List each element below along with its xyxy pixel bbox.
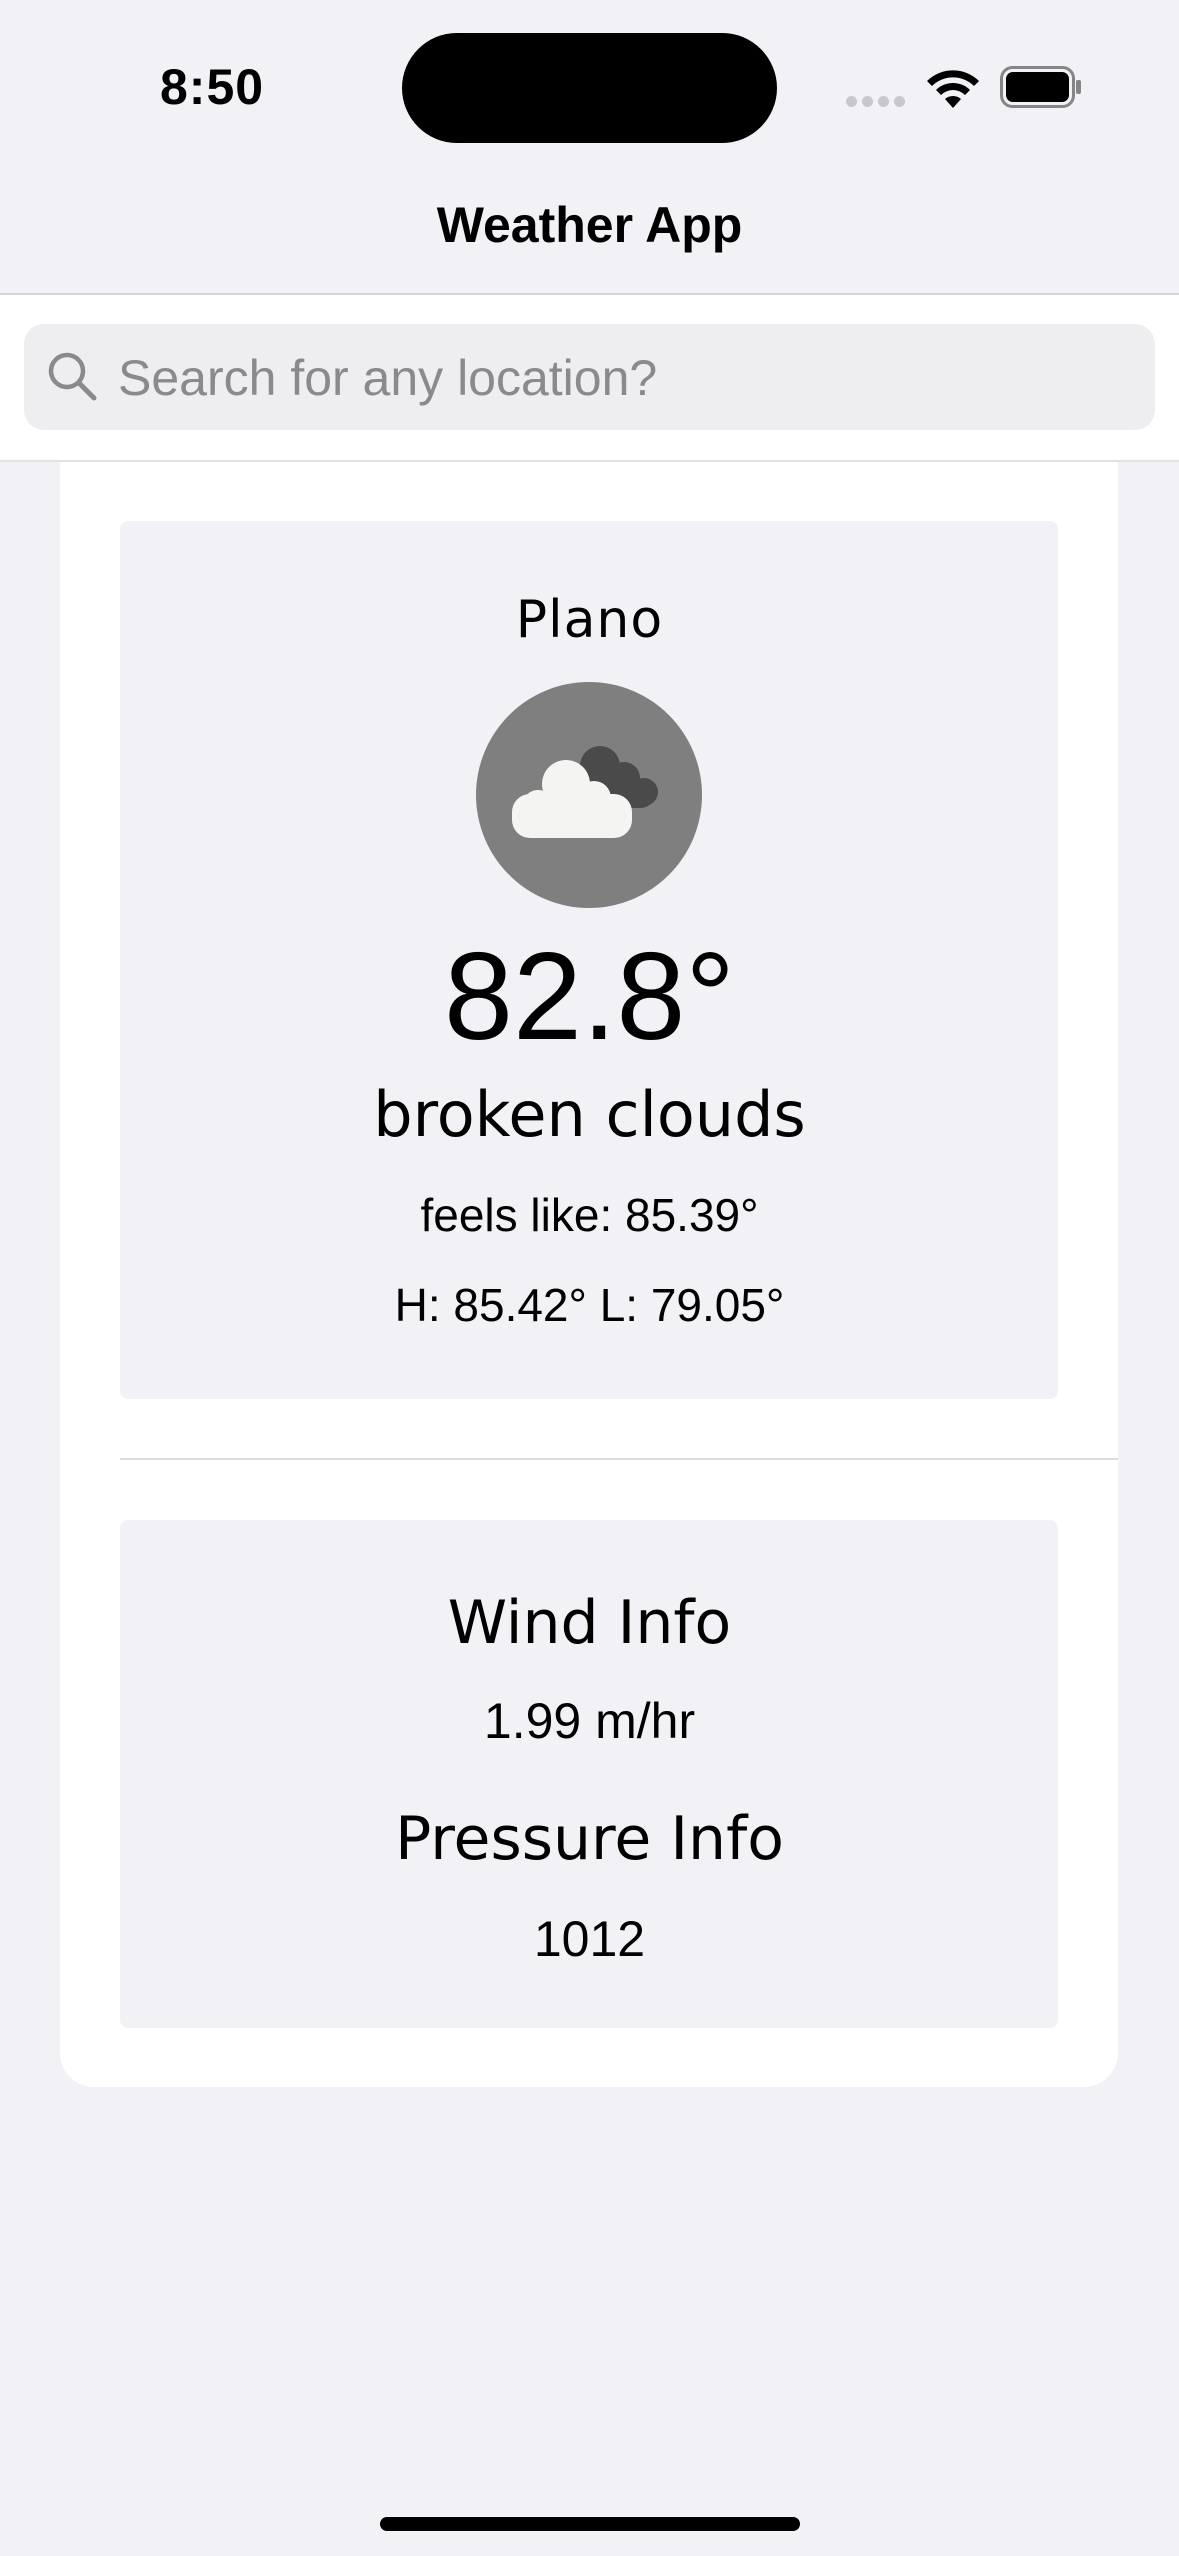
search-input[interactable] bbox=[116, 342, 1120, 414]
dynamic-island bbox=[402, 33, 777, 143]
pressure-info-title: Pressure Info bbox=[395, 1804, 784, 1874]
home-indicator[interactable] bbox=[380, 2517, 800, 2531]
weather-description: broken clouds bbox=[373, 1078, 806, 1151]
city-name: Plano bbox=[515, 590, 664, 650]
pressure-value: 1012 bbox=[533, 1911, 646, 1967]
high-low-temperature: H: 85.42° L: 79.05° bbox=[394, 1279, 785, 1331]
wind-speed-value: 1.99 m/hr bbox=[483, 1693, 696, 1749]
broken-clouds-icon bbox=[476, 682, 702, 908]
cellular-signal-icon bbox=[846, 96, 906, 108]
battery-icon bbox=[1000, 66, 1081, 108]
feels-like: feels like: 85.39° bbox=[420, 1189, 759, 1241]
wind-info-title: Wind Info bbox=[447, 1588, 732, 1658]
status-time: 8:50 bbox=[160, 59, 265, 115]
page-title: Weather App bbox=[436, 197, 743, 253]
status-bar: 8:50 bbox=[0, 0, 1179, 180]
wifi-icon bbox=[927, 70, 979, 108]
card-divider bbox=[120, 1458, 1118, 1460]
temperature: 82.8° bbox=[444, 928, 735, 1066]
search-icon bbox=[48, 352, 97, 401]
